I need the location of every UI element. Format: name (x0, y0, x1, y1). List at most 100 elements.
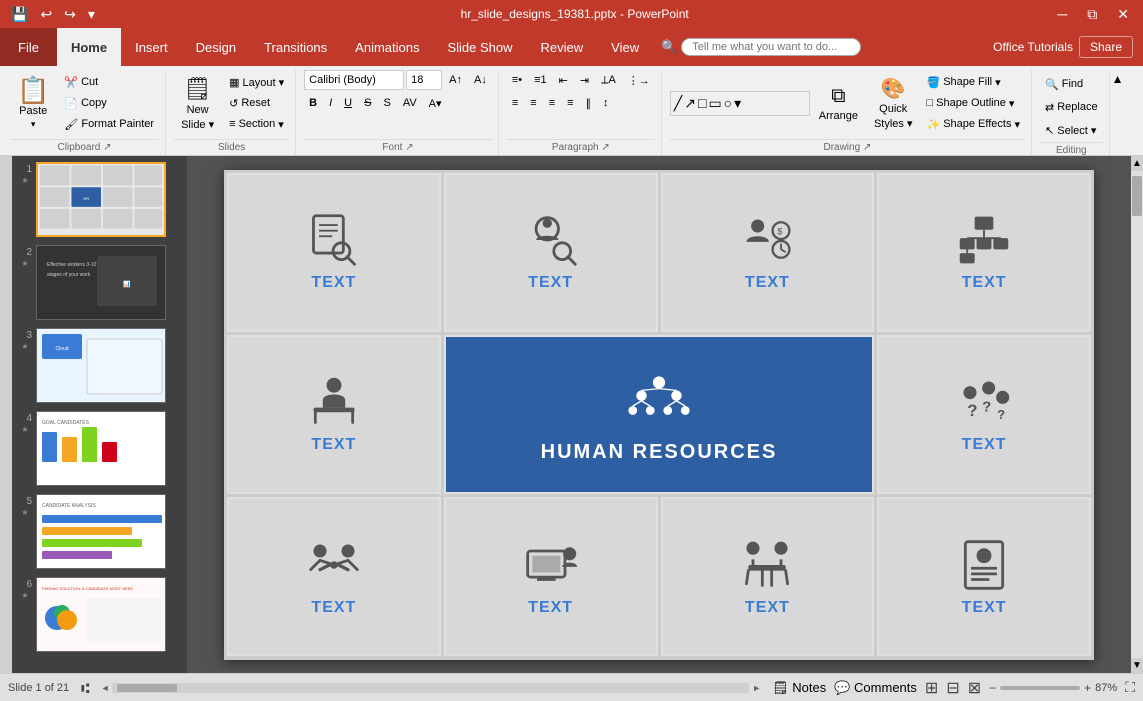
font-color-button[interactable]: A▾ (424, 93, 447, 113)
collapse-ribbon-button[interactable]: ▲ (1112, 72, 1124, 86)
strikethrough-button[interactable]: S (359, 93, 376, 113)
slide-thumb-6[interactable]: 6 ★ FINDING SOLUTION: A CANDIDATE MOST N… (16, 575, 183, 654)
shape-round-rect[interactable]: ▭ (708, 95, 721, 112)
scroll-down-arrow[interactable]: ▼ (1131, 658, 1143, 673)
minimize-button[interactable]: ─ (1051, 4, 1073, 24)
slide-thumb-2[interactable]: 2 ★ Effective workers 3-10 stages of you… (16, 243, 183, 322)
shape-rect[interactable]: □ (698, 95, 706, 112)
cut-button[interactable]: ✂️ Cut (59, 72, 159, 92)
tab-home[interactable]: Home (57, 28, 121, 66)
puzzle-cell-2[interactable]: TEXT (444, 173, 658, 332)
scroll-left-arrow[interactable]: ◄ (98, 683, 113, 693)
align-left-button[interactable]: ≡ (507, 93, 523, 113)
convert-smartart-button[interactable]: ⋮→ (623, 70, 655, 90)
columns-button[interactable]: ∥ (581, 93, 597, 113)
new-slide-button[interactable]: 🗒 New Slide ▾ (174, 70, 221, 136)
font-name-input[interactable] (304, 70, 404, 90)
replace-button[interactable]: ⇄ Replace (1040, 97, 1103, 117)
tell-me-input[interactable] (681, 38, 861, 56)
h-scroll-track[interactable] (112, 683, 749, 693)
slide-thumb-4[interactable]: 4 ★ GOAL CANDIDATES (16, 409, 183, 488)
shadow-button[interactable]: S (378, 93, 395, 113)
puzzle-cell-8[interactable]: TEXT (227, 497, 441, 656)
fit-slide-button[interactable]: ⛶ (1125, 679, 1135, 696)
save-button[interactable]: 💾 (8, 5, 31, 24)
format-painter-button[interactable]: 🖌 Format Painter (59, 114, 159, 134)
italic-button[interactable]: I (324, 93, 337, 113)
decrease-indent-button[interactable]: ⇤ (554, 70, 573, 90)
section-button[interactable]: ≡ Section ▾ (224, 114, 289, 134)
scroll-track[interactable] (1131, 171, 1143, 658)
puzzle-cell-10[interactable]: TEXT (661, 497, 875, 656)
shape-fill-button[interactable]: 🪣 Shape Fill ▾ (921, 72, 1025, 92)
shape-outline-button[interactable]: □ Shape Outline ▾ (921, 93, 1025, 113)
normal-view-button[interactable]: ⊞ (925, 678, 938, 698)
scroll-right-arrow[interactable]: ► (749, 683, 764, 693)
arrange-button[interactable]: ⧉ Arrange (812, 73, 865, 133)
slide-thumb-5[interactable]: 5 ★ CANDIDATE ANALYSIS (16, 492, 183, 571)
tab-slideshow[interactable]: Slide Show (433, 28, 526, 66)
puzzle-cell-5[interactable]: TEXT (227, 335, 441, 494)
shape-arrow[interactable]: ↗ (684, 95, 696, 112)
line-spacing-button[interactable]: ↕ (598, 93, 614, 113)
tab-insert[interactable]: Insert (121, 28, 182, 66)
bullets-button[interactable]: ≡• (507, 70, 527, 90)
office-tutorials-link[interactable]: Office Tutorials (993, 40, 1073, 54)
horizontal-scrollbar[interactable]: ◄ ► (98, 681, 765, 695)
copy-button[interactable]: 📄 Copy (59, 93, 159, 113)
slide-thumb-1[interactable]: 1 ★ HR (16, 160, 183, 239)
align-right-button[interactable]: ≡ (544, 93, 560, 113)
puzzle-cell-11[interactable]: TEXT (877, 497, 1091, 656)
align-center-button[interactable]: ≡ (525, 93, 541, 113)
close-button[interactable]: ✕ (1111, 4, 1135, 25)
undo-button[interactable]: ↩ (37, 5, 55, 24)
increase-font-button[interactable]: A↑ (444, 70, 467, 90)
zoom-slider[interactable] (1000, 686, 1080, 690)
scroll-thumb[interactable] (1132, 176, 1142, 216)
share-button[interactable]: Share (1079, 36, 1133, 58)
bold-button[interactable]: B (304, 93, 322, 113)
puzzle-cell-4[interactable]: TEXT (877, 173, 1091, 332)
zoom-in-button[interactable]: + (1084, 681, 1091, 695)
puzzle-cell-center[interactable]: HUMAN RESOURCES (444, 335, 875, 494)
font-size-input[interactable] (406, 70, 442, 90)
justify-button[interactable]: ≡ (562, 93, 578, 113)
shape-oval[interactable]: ○ (724, 95, 732, 112)
puzzle-cell-9[interactable]: TEXT (444, 497, 658, 656)
tab-transitions[interactable]: Transitions (250, 28, 341, 66)
comments-button[interactable]: 💬 Comments (834, 680, 917, 696)
find-button[interactable]: 🔍 Find (1040, 74, 1088, 94)
shape-more[interactable]: ▾ (734, 95, 741, 112)
reset-button[interactable]: ↺ Reset (224, 93, 289, 113)
paste-button[interactable]: 📋 Paste ▾ (10, 70, 56, 136)
tab-file[interactable]: File (0, 28, 57, 66)
restore-button[interactable]: ⧉ (1081, 4, 1103, 25)
scroll-up-arrow[interactable]: ▲ (1131, 156, 1143, 171)
puzzle-cell-7[interactable]: ? ? ? TEXT (877, 335, 1091, 494)
layout-button[interactable]: ▦ Layout ▾ (224, 72, 289, 92)
increase-indent-button[interactable]: ⇥ (575, 70, 594, 90)
decrease-font-button[interactable]: A↓ (469, 70, 492, 90)
select-button[interactable]: ↖ Select ▾ (1040, 120, 1101, 140)
char-spacing-button[interactable]: AV (398, 93, 422, 113)
shape-effects-button[interactable]: ✨ Shape Effects ▾ (921, 114, 1025, 134)
text-direction-button[interactable]: ⟂A (596, 70, 621, 90)
numbering-button[interactable]: ≡1 (529, 70, 552, 90)
zoom-out-button[interactable]: − (989, 681, 996, 695)
vertical-scrollbar[interactable]: ▲ ▼ (1131, 156, 1143, 673)
redo-button[interactable]: ↪ (61, 5, 79, 24)
reading-view-button[interactable]: ⊠ (968, 678, 981, 698)
puzzle-cell-3[interactable]: $ TEXT (661, 173, 875, 332)
panel-scroll-left[interactable] (0, 156, 12, 673)
tab-view[interactable]: View (597, 28, 653, 66)
slide-thumb-3[interactable]: 3 ★ Cloud (16, 326, 183, 405)
underline-button[interactable]: U (339, 93, 357, 113)
slide-canvas[interactable]: TEXT TEXT (224, 170, 1094, 660)
h-scroll-thumb[interactable] (117, 684, 177, 692)
slide-sorter-button[interactable]: ⊟ (946, 678, 959, 698)
quick-styles-button[interactable]: 🎨 Quick Styles ▾ (867, 73, 920, 133)
tab-animations[interactable]: Animations (341, 28, 433, 66)
tab-review[interactable]: Review (527, 28, 598, 66)
shape-line[interactable]: ╱ (674, 95, 682, 112)
customize-button[interactable]: ▾ (85, 5, 98, 24)
